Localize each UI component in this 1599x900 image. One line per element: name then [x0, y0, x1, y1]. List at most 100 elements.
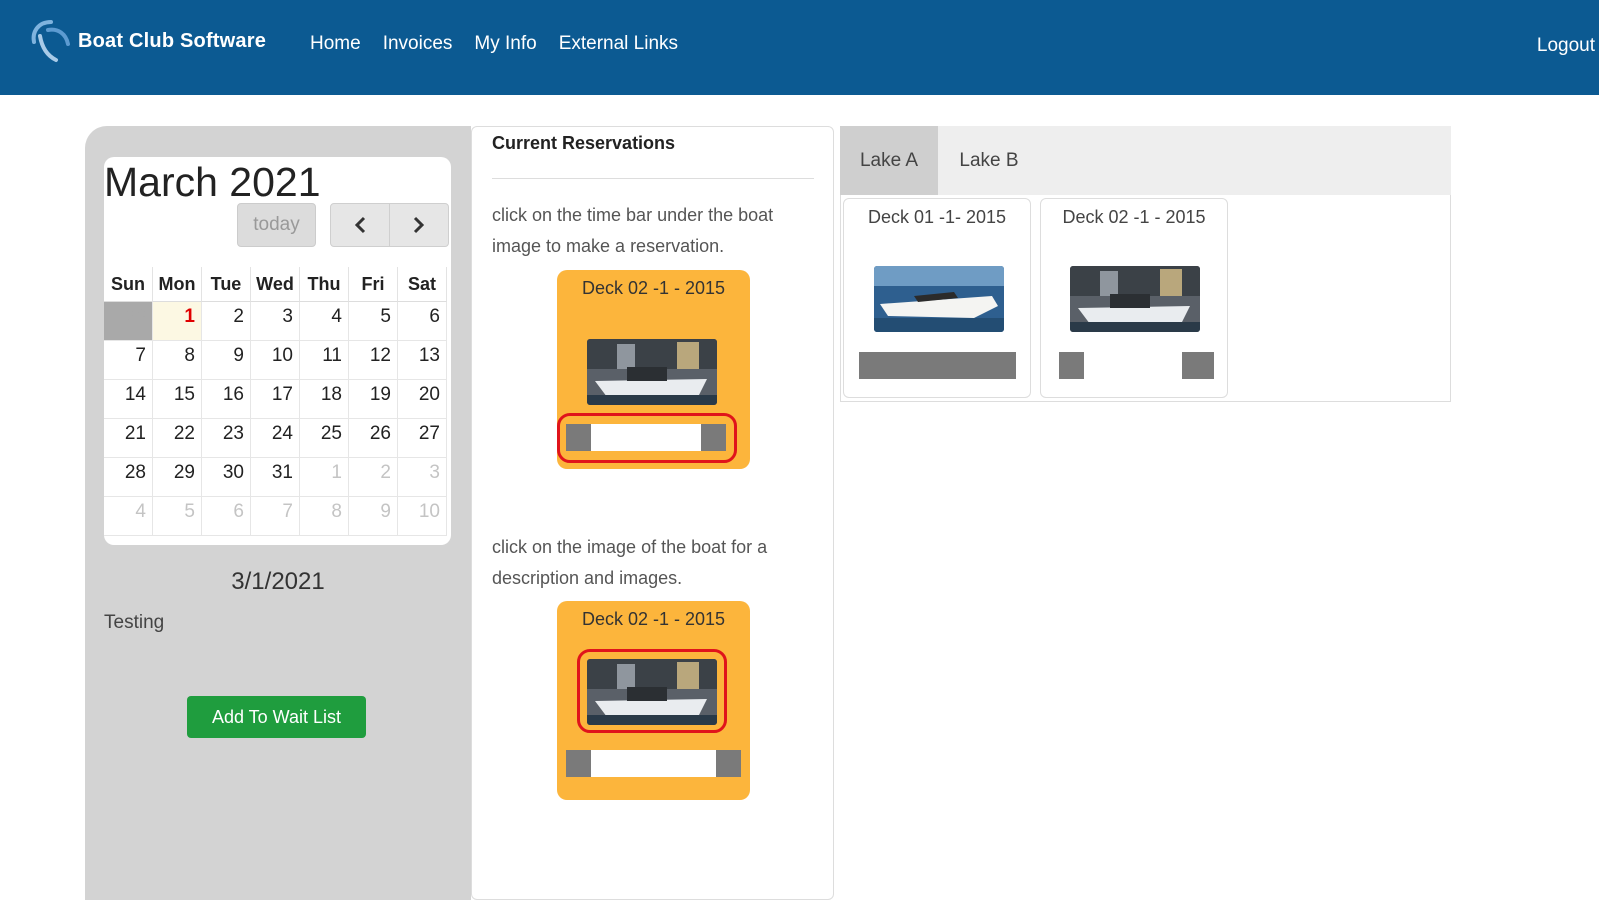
time-bar-instruction: click on the time bar under the boat ima…: [492, 205, 774, 256]
nav-my-info[interactable]: My Info: [474, 33, 536, 55]
calendar-day[interactable]: 9: [202, 341, 251, 380]
time-bar-booked-segment: [716, 750, 741, 777]
calendar-day[interactable]: 31: [251, 458, 300, 497]
calendar-week: 21 22 23 24 25 26 27: [104, 419, 451, 458]
reservation-time-bar[interactable]: [1059, 352, 1214, 379]
calendar-grid: Sun Mon Tue Wed Thu Fri Sat 28 1 2 3 4 5…: [104, 267, 451, 536]
selected-date: 3/1/2021: [231, 568, 325, 595]
weekday-label: Tue: [202, 267, 251, 302]
calendar-day[interactable]: 6: [398, 302, 447, 341]
calendar-day-selected[interactable]: 28: [104, 302, 153, 341]
boat-image[interactable]: [587, 339, 717, 405]
calendar-day[interactable]: 28: [104, 458, 153, 497]
logout-link[interactable]: Logout: [1537, 35, 1595, 57]
boat-club-logo-icon: [31, 20, 70, 62]
calendar-day[interactable]: 8: [153, 341, 202, 380]
add-to-wait-list-button[interactable]: Add To Wait List: [187, 696, 366, 738]
calendar-day-other-month[interactable]: 3: [398, 458, 447, 497]
calendar-day-other-month[interactable]: 5: [153, 497, 202, 536]
calendar-day[interactable]: 21: [104, 419, 153, 458]
calendar-day[interactable]: 3: [251, 302, 300, 341]
calendar-day-other-month[interactable]: 7: [251, 497, 300, 536]
calendar-day-other-month[interactable]: 9: [349, 497, 398, 536]
boat-image[interactable]: [1070, 266, 1200, 332]
reservation-time-bar[interactable]: [859, 352, 1016, 379]
calendar-day[interactable]: 4: [300, 302, 349, 341]
calendar-day[interactable]: 24: [251, 419, 300, 458]
weekday-label: Sat: [398, 267, 447, 302]
calendar-day[interactable]: 26: [349, 419, 398, 458]
calendar-day[interactable]: 14: [104, 380, 153, 419]
boat-card-title: Deck 02 -1 - 2015: [581, 609, 726, 629]
time-bar-booked-segment: [1182, 352, 1214, 379]
weekday-label: Wed: [251, 267, 300, 302]
time-bar-highlight: [557, 413, 737, 463]
boat-card-title: Deck 02 -1 - 2015: [1062, 207, 1206, 227]
calendar-day[interactable]: 25: [300, 419, 349, 458]
calendar-day[interactable]: 13: [398, 341, 447, 380]
weekday-label: Fri: [349, 267, 398, 302]
nav-links: Home Invoices My Info External Links: [310, 33, 678, 55]
calendar-day[interactable]: 19: [349, 380, 398, 419]
example-boat-card-image: Deck 02 -1 - 2015: [557, 601, 750, 800]
calendar-day-other-month[interactable]: 1: [300, 458, 349, 497]
calendar-day-other-month[interactable]: 10: [398, 497, 447, 536]
boat-image-instruction: click on the image of the boat for a des…: [492, 537, 768, 588]
nav-home[interactable]: Home: [310, 33, 361, 55]
calendar-day[interactable]: 5: [349, 302, 398, 341]
boat-image-highlight: [577, 649, 727, 733]
reservations-title: Current Reservations: [492, 133, 676, 153]
calendar-day-other-month[interactable]: 4: [104, 497, 153, 536]
reservation-time-bar[interactable]: [566, 750, 741, 777]
tab-lake-b[interactable]: Lake B: [944, 126, 1034, 195]
calendar-week: 7 8 9 10 11 12 13: [104, 341, 451, 380]
calendar-day[interactable]: 10: [251, 341, 300, 380]
calendar-day[interactable]: 20: [398, 380, 447, 419]
calendar-day[interactable]: 2: [202, 302, 251, 341]
calendar-day[interactable]: 30: [202, 458, 251, 497]
top-navbar: Boat Club Software Home Invoices My Info…: [0, 0, 1599, 95]
calendar-day-today[interactable]: 1: [153, 302, 202, 341]
weekday-label: Sun: [104, 267, 153, 302]
calendar-day-other-month[interactable]: 2: [349, 458, 398, 497]
calendar-day[interactable]: 11: [300, 341, 349, 380]
calendar-day[interactable]: 16: [202, 380, 251, 419]
calendar-day[interactable]: 23: [202, 419, 251, 458]
time-bar-booked-segment: [566, 750, 591, 777]
today-button[interactable]: today: [237, 203, 316, 247]
prev-month-button[interactable]: [330, 203, 390, 247]
calendar-day[interactable]: 18: [300, 380, 349, 419]
brand[interactable]: Boat Club Software: [26, 16, 266, 66]
calendar-week: 28 1 2 3 4 5 6: [104, 302, 451, 341]
example-boat-card-timebar: Deck 02 -1 - 2015: [557, 270, 750, 469]
calendar-week: 28 29 30 31 1 2 3: [104, 458, 451, 497]
boat-card: Deck 02 -1 - 2015: [1040, 198, 1228, 398]
nav-external-links[interactable]: External Links: [559, 33, 678, 55]
weekday-label: Thu: [300, 267, 349, 302]
boat-image[interactable]: [874, 266, 1004, 332]
nav-invoices[interactable]: Invoices: [383, 33, 453, 55]
next-month-button[interactable]: [389, 203, 449, 247]
calendar-day-other-month[interactable]: 6: [202, 497, 251, 536]
calendar-day-other-month[interactable]: 8: [300, 497, 349, 536]
tab-lake-a[interactable]: Lake A: [840, 126, 938, 195]
divider: [492, 178, 814, 179]
weekday-header: Sun Mon Tue Wed Thu Fri Sat: [104, 267, 451, 302]
calendar-week: 4 5 6 7 8 9 10: [104, 497, 451, 536]
calendar-day[interactable]: 12: [349, 341, 398, 380]
boat-card-title: Deck 01 -1- 2015: [867, 207, 1007, 227]
calendar-week: 14 15 16 17 18 19 20: [104, 380, 451, 419]
weekday-label: Mon: [153, 267, 202, 302]
boat-card: Deck 01 -1- 2015: [843, 198, 1031, 398]
date-note: Testing: [104, 612, 165, 633]
calendar-day[interactable]: 7: [104, 341, 153, 380]
calendar-day[interactable]: 29: [153, 458, 202, 497]
calendar-title: March 2021: [104, 159, 321, 205]
calendar-day[interactable]: 27: [398, 419, 447, 458]
calendar: March 2021 today Sun Mon Tue Wed Thu Fri…: [104, 157, 451, 545]
chevron-right-icon: [413, 216, 425, 234]
calendar-day[interactable]: 17: [251, 380, 300, 419]
brand-name: Boat Club Software: [78, 29, 267, 52]
calendar-day[interactable]: 15: [153, 380, 202, 419]
calendar-day[interactable]: 22: [153, 419, 202, 458]
